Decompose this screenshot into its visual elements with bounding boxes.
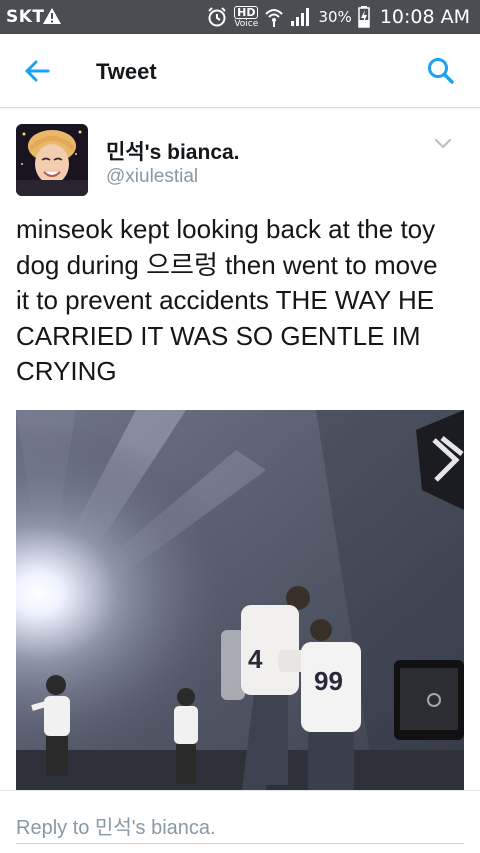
- avatar[interactable]: [16, 124, 88, 196]
- author-handle[interactable]: @xiulestial: [106, 166, 198, 188]
- search-icon[interactable]: [426, 56, 456, 86]
- status-bar: SKT HD Voice 30% 10:08 AM: [0, 0, 480, 34]
- app-header: Tweet: [0, 34, 480, 108]
- jersey-number: 4: [248, 644, 263, 674]
- battery-charging-icon: [358, 6, 370, 28]
- hd-label: HD: [234, 5, 259, 19]
- signal-icon: [291, 8, 310, 26]
- hd-voice-indicator: HD Voice: [234, 5, 259, 29]
- arrow-left-icon[interactable]: [22, 56, 52, 86]
- alarm-icon: [208, 7, 226, 27]
- hd-sub-label: Voice: [234, 18, 259, 29]
- battery-percent: 30%: [318, 8, 352, 26]
- reply-bar: Reply to 민석's bianca.: [0, 790, 480, 853]
- status-icons: HD Voice 30% 10:08 AM: [206, 4, 470, 30]
- clock: 10:08 AM: [379, 6, 470, 28]
- tweet-text: minseok kept looking back at the toy dog…: [16, 214, 438, 386]
- concert-video-frame: 4 99: [16, 410, 464, 792]
- carrier-label: SKT: [6, 7, 45, 27]
- tweet-media[interactable]: 4 99: [16, 410, 464, 792]
- wifi-icon: [265, 9, 284, 27]
- jersey-number: 99: [314, 666, 343, 696]
- page-title: Tweet: [96, 59, 157, 84]
- reply-input[interactable]: Reply to 민석's bianca.: [16, 811, 216, 840]
- warning-icon: [43, 8, 61, 24]
- reply-underline: [16, 843, 464, 844]
- author-name[interactable]: 민석's bianca.: [106, 136, 240, 166]
- avatar-image: [16, 124, 88, 196]
- chevron-down-icon[interactable]: [434, 138, 452, 150]
